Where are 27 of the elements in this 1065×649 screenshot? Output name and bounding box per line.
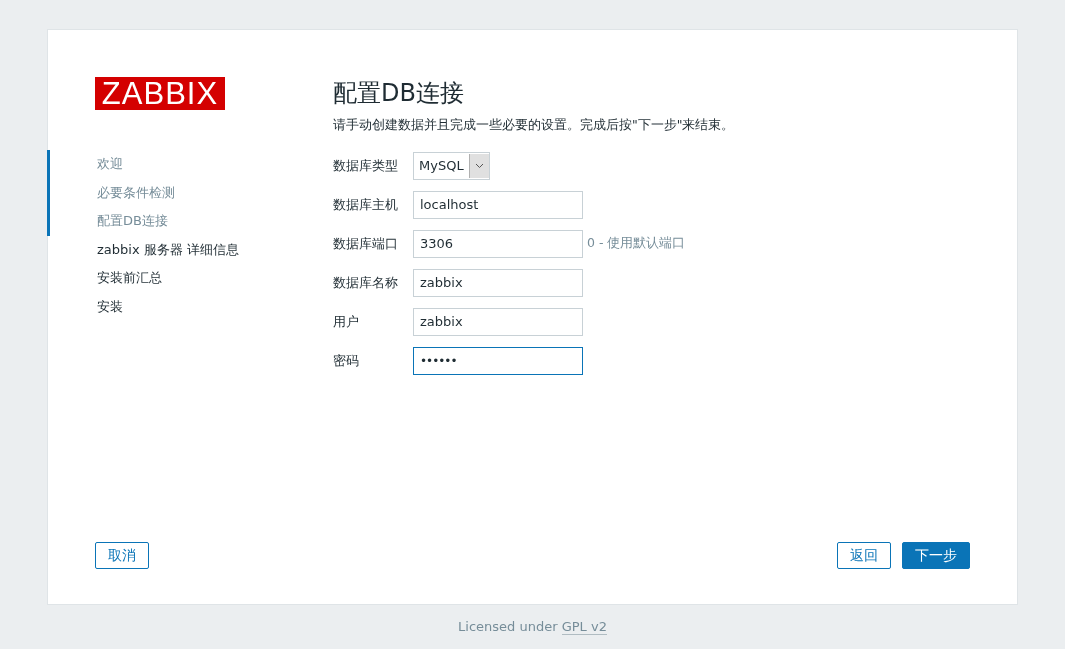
- back-button[interactable]: 返回: [837, 542, 891, 569]
- input-field[interactable]: 3306: [413, 229, 583, 258]
- database-type-select[interactable]: MySQL: [413, 151, 490, 180]
- step-item: 安装前汇总: [96, 269, 163, 287]
- zabbix-logo: ZABBIX: [95, 77, 225, 110]
- field-hint: 0 - 使用默认端口: [587, 235, 686, 252]
- step-item: 配置DB连接: [47, 207, 333, 236]
- page-title: 配置DB连接: [333, 78, 465, 109]
- footer-text: Licensed under: [458, 619, 559, 634]
- next-button[interactable]: 下一步: [902, 542, 970, 569]
- caret-icon[interactable]: [468, 153, 489, 178]
- field-label: 密码: [333, 351, 360, 370]
- field-label: 数据库端口: [333, 234, 399, 253]
- field-label: 数据库名称: [333, 273, 399, 292]
- intro-text: 请手动创建数据并且完成一些必要的设置。完成后按"下一步"来结束。: [333, 117, 736, 134]
- field-label: 数据库主机: [333, 195, 399, 214]
- step-item: 必要条件检测: [47, 178, 333, 207]
- input-field[interactable]: localhost: [413, 190, 583, 219]
- cancel-button[interactable]: 取消: [95, 542, 149, 569]
- input-field[interactable]: zabbix: [413, 268, 583, 297]
- step-item: zabbix 服务器 详细信息: [96, 240, 240, 259]
- input-field[interactable]: zabbix: [413, 307, 583, 336]
- step-item: 欢迎: [47, 150, 333, 179]
- field-label: 数据库类型: [333, 156, 399, 175]
- step-item: 安装: [96, 297, 124, 316]
- password-field[interactable]: ••••••: [413, 346, 583, 375]
- field-label: 用户: [333, 312, 360, 331]
